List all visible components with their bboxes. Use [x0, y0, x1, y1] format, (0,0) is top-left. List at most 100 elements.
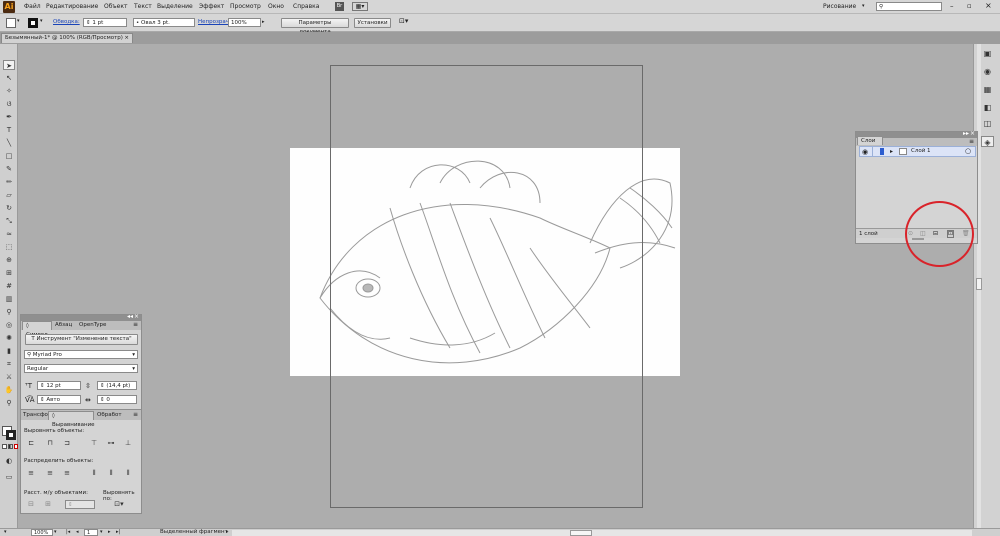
paintbrush-tool-icon[interactable]: ✎ [3, 164, 15, 174]
tab-opentype[interactable]: OpenType [79, 322, 106, 328]
distribute-left-icon[interactable]: ⦀ [89, 470, 99, 477]
last-artboard-icon[interactable]: ▸| [116, 529, 120, 535]
hand-tool-icon[interactable]: ✋ [3, 385, 15, 395]
opacity-field[interactable]: 100% [228, 18, 261, 27]
menu-help[interactable]: Справка [293, 3, 319, 10]
slice-tool-icon[interactable]: ⚔ [3, 372, 15, 382]
menu-select[interactable]: Выделение [157, 3, 193, 10]
first-artboard-icon[interactable]: |◂ [66, 529, 70, 535]
chevron-down-icon[interactable]: ▾ [132, 365, 135, 373]
column-graph-tool-icon[interactable]: ▮ [3, 346, 15, 356]
menu-window[interactable]: Окно [268, 3, 284, 10]
menu-file[interactable]: Файл [24, 3, 41, 10]
rotate-tool-icon[interactable]: ↻ [3, 203, 15, 213]
stroke-color-icon[interactable] [6, 430, 16, 440]
pen-tool-icon[interactable]: ✒ [3, 112, 15, 122]
scale-tool-icon[interactable]: ⤡ [3, 216, 15, 226]
magic-wand-tool-icon[interactable]: ✧ [3, 86, 15, 96]
distribute-vertical-center-icon[interactable]: ≡ [45, 470, 55, 477]
expand-arrow-icon[interactable]: ▸ [890, 148, 893, 155]
stroke-swatch[interactable] [28, 18, 38, 28]
tab-layers[interactable]: Слои [857, 136, 883, 145]
chevron-down-icon[interactable]: ▾ [17, 18, 20, 24]
document-tab[interactable]: Безымянный-1* @ 100% (RGB/Просмотр) × [1, 33, 133, 43]
tab-transform[interactable]: Трансфо [23, 412, 48, 418]
tab-pathfinder[interactable]: Обработ [97, 412, 122, 418]
horizontal-scrollbar[interactable] [232, 530, 972, 536]
touch-type-tool-button[interactable]: T Инструмент "Изменение текста" [25, 334, 138, 345]
eraser-tool-icon[interactable]: ▱ [3, 190, 15, 200]
chevron-down-icon[interactable]: ▾ [40, 18, 43, 24]
stepper-icon[interactable]: ⇕ [68, 502, 73, 508]
document-setup-button[interactable]: Параметры документа [281, 18, 349, 35]
color-guide-icon[interactable]: ◉ [981, 66, 994, 77]
horizontal-scroll-thumb[interactable] [570, 530, 592, 536]
panel-menu-icon[interactable]: ≡ [133, 321, 138, 328]
align-vertical-center-icon[interactable]: ⊶ [106, 440, 116, 447]
visibility-eye-icon[interactable]: ◉ [862, 148, 868, 156]
free-transform-tool-icon[interactable]: ⬚ [3, 242, 15, 252]
selection-tool-icon[interactable]: ➤ [3, 60, 15, 70]
menu-view[interactable]: Просмотр [230, 3, 261, 10]
close-tab-icon[interactable]: × [124, 34, 129, 43]
bridge-icon[interactable]: Br [335, 2, 344, 11]
type-tool-icon[interactable]: T [3, 125, 15, 135]
spacing-field[interactable]: ⇕ [65, 500, 95, 509]
tab-character[interactable]: ◊ Символ [22, 321, 52, 338]
lasso-tool-icon[interactable]: ଓ [3, 99, 15, 109]
restore-icon[interactable]: ▫ [967, 2, 972, 10]
chevron-down-icon[interactable]: ▾ [132, 351, 135, 359]
align-top-icon[interactable]: ⊤ [89, 440, 99, 447]
distribute-top-icon[interactable]: ≡ [26, 470, 36, 477]
distribute-horizontal-center-icon[interactable]: ⦀ [106, 470, 116, 477]
stroke-weight-field[interactable]: ⇕ 1 pt [83, 18, 127, 27]
gradient-panel-icon[interactable]: ◧ [981, 102, 994, 113]
distribute-vertical-space-icon[interactable]: ⊟ [26, 501, 36, 508]
blend-tool-icon[interactable]: ◎ [3, 320, 15, 330]
none-mode-icon[interactable] [14, 444, 18, 449]
previous-artboard-icon[interactable]: ◂ [76, 529, 79, 535]
line-tool-icon[interactable]: ╲ [3, 138, 15, 148]
symbol-sprayer-tool-icon[interactable]: ✺ [3, 333, 15, 343]
gradient-tool-icon[interactable]: ▥ [3, 294, 15, 304]
warp-tool-icon[interactable]: ≈ [3, 229, 15, 239]
pencil-tool-icon[interactable]: ✏ [3, 177, 15, 187]
align-to-selection-icon[interactable]: ⊡▾ [109, 501, 129, 508]
preferences-button[interactable]: Установки [354, 18, 391, 28]
align-right-icon[interactable]: ⊐ [62, 440, 72, 447]
chevron-down-icon[interactable]: ▾ [862, 3, 865, 9]
panel-menu-icon[interactable]: ≡ [969, 138, 974, 145]
chevron-down-icon[interactable]: ▾ [100, 529, 103, 535]
font-style-select[interactable]: Regular ▾ [24, 364, 138, 373]
screen-mode-icon[interactable]: ▭ [3, 472, 15, 482]
brush-definition-field[interactable]: • Овал 3 pt. [133, 18, 195, 27]
appearance-panel-icon[interactable]: ◫ [981, 118, 994, 129]
next-artboard-icon[interactable]: ▸ [108, 529, 111, 535]
eyedropper-tool-icon[interactable]: ⚲ [3, 307, 15, 317]
status-text[interactable]: Выделенный фрагмент [160, 529, 228, 535]
direct-selection-tool-icon[interactable]: ↖ [3, 73, 15, 83]
collapse-icon[interactable]: ▸▸ [963, 130, 969, 137]
chevron-down-icon[interactable]: ▾ [4, 529, 7, 535]
color-mode-icon[interactable] [2, 444, 7, 449]
tracking-field[interactable]: ⇕ 0 [97, 395, 137, 404]
font-family-select[interactable]: ⚲ Myriad Pro ▾ [24, 350, 138, 359]
close-icon[interactable]: × [985, 1, 992, 10]
menu-edit[interactable]: Редактирование [46, 3, 98, 10]
leading-field[interactable]: ⇕ (14,4 pt) [97, 381, 137, 390]
align-left-icon[interactable]: ⊏ [26, 440, 36, 447]
chevron-down-icon[interactable]: ▾ [54, 529, 57, 535]
tab-paragraph[interactable]: Абзац [55, 322, 72, 328]
target-circle-icon[interactable]: ○ [965, 147, 971, 155]
panel-menu-icon[interactable]: ≡ [133, 411, 138, 418]
distribute-right-icon[interactable]: ⦀ [123, 470, 133, 477]
align-horizontal-center-icon[interactable]: ⊓ [45, 440, 55, 447]
font-size-field[interactable]: ⇕ 12 pt [37, 381, 81, 390]
shape-builder-tool-icon[interactable]: ⊕ [3, 255, 15, 265]
menu-text[interactable]: Текст [134, 3, 152, 10]
align-bottom-icon[interactable]: ⊥ [123, 440, 133, 447]
close-icon[interactable]: × [970, 130, 975, 137]
tab-align[interactable]: ◊ Выравнивание [48, 411, 95, 428]
close-icon[interactable]: × [134, 313, 139, 320]
minimize-icon[interactable]: – [950, 2, 954, 10]
